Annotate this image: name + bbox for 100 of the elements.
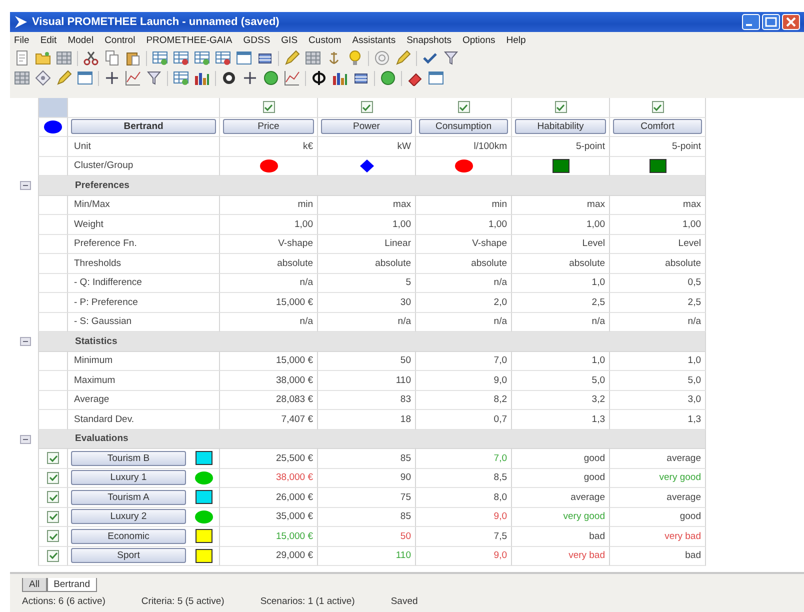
table-cell: 2,5 bbox=[512, 293, 610, 312]
checkbox[interactable] bbox=[47, 491, 59, 504]
chart-icon[interactable] bbox=[125, 70, 141, 86]
plus-icon[interactable] bbox=[104, 70, 120, 86]
bars-icon[interactable] bbox=[194, 70, 210, 86]
bars-icon[interactable] bbox=[332, 70, 348, 86]
close-icon[interactable] bbox=[782, 14, 800, 30]
checkbox[interactable] bbox=[47, 530, 59, 542]
menu-item[interactable]: Options bbox=[462, 34, 496, 46]
action-button[interactable]: Economic bbox=[71, 528, 186, 544]
table-cell bbox=[38, 234, 68, 254]
table-cell bbox=[38, 254, 68, 274]
funnel-icon[interactable] bbox=[443, 50, 459, 66]
pencil-icon[interactable] bbox=[284, 50, 300, 66]
table-cell: 3,2 bbox=[512, 390, 610, 410]
table-cell: 1,0 bbox=[610, 352, 706, 371]
menu-item[interactable]: Assistants bbox=[352, 34, 396, 46]
table-cell: very bad bbox=[512, 546, 610, 566]
checkbox[interactable] bbox=[47, 472, 59, 484]
table-cell: 1,00 bbox=[512, 215, 610, 234]
folder-icon[interactable] bbox=[35, 50, 51, 66]
checkbox[interactable] bbox=[458, 101, 470, 114]
grid-icon[interactable] bbox=[56, 50, 72, 66]
collapse-icon[interactable] bbox=[20, 434, 31, 444]
checkbox[interactable] bbox=[554, 101, 566, 114]
maximize-icon[interactable] bbox=[762, 14, 780, 30]
table-cell: 75 bbox=[318, 488, 416, 508]
menu-item[interactable]: Control bbox=[104, 34, 136, 46]
target-icon[interactable] bbox=[374, 50, 390, 66]
action-button[interactable]: Tourism A bbox=[71, 490, 186, 505]
table-cell: 28,083 € bbox=[220, 390, 318, 410]
action-button[interactable]: Tourism B bbox=[71, 450, 186, 466]
window-icon[interactable] bbox=[428, 70, 444, 86]
copy-icon[interactable] bbox=[104, 50, 120, 66]
menu-item[interactable]: GDSS bbox=[243, 34, 270, 46]
collapse-icon[interactable] bbox=[20, 181, 31, 190]
table-cell: 1,00 bbox=[610, 215, 706, 234]
pencil-icon[interactable] bbox=[56, 70, 72, 86]
menu-item[interactable]: Custom bbox=[308, 34, 342, 46]
table-cell: 1,00 bbox=[318, 215, 416, 234]
minimize-icon[interactable] bbox=[742, 14, 760, 30]
paste-icon[interactable] bbox=[125, 50, 141, 66]
table-cell: 1,00 bbox=[416, 215, 512, 234]
scissors-icon[interactable] bbox=[83, 50, 99, 66]
criterion-button[interactable]: Comfort bbox=[613, 119, 702, 134]
action-button[interactable]: Luxury 2 bbox=[71, 509, 186, 524]
checkbox[interactable] bbox=[47, 452, 59, 464]
table-icon[interactable] bbox=[152, 50, 168, 66]
check-icon[interactable] bbox=[422, 50, 438, 66]
table-cell: 26,000 € bbox=[220, 488, 318, 508]
tablered-icon[interactable] bbox=[215, 50, 231, 66]
action-button[interactable]: Sport bbox=[71, 548, 186, 564]
window-icon[interactable] bbox=[77, 70, 93, 86]
checkbox[interactable] bbox=[47, 510, 59, 523]
menu-item[interactable]: Snapshots bbox=[406, 34, 452, 46]
plus-icon[interactable] bbox=[242, 70, 258, 86]
menu-item[interactable]: Model bbox=[68, 34, 94, 46]
row-label: - P: Preference bbox=[68, 293, 220, 312]
criterion-button[interactable]: Consumption bbox=[419, 119, 508, 134]
window-icon[interactable] bbox=[236, 50, 252, 66]
menu-item[interactable]: PROMETHEE-GAIA bbox=[146, 34, 232, 46]
ball-icon[interactable] bbox=[263, 70, 279, 86]
menu-item[interactable]: File bbox=[14, 34, 30, 46]
pencil-icon[interactable] bbox=[395, 50, 411, 66]
table-cell: kW bbox=[318, 137, 416, 156]
table-cell: 5 bbox=[318, 274, 416, 293]
menu-item[interactable]: Edit bbox=[40, 34, 57, 46]
collapse-icon[interactable] bbox=[20, 337, 31, 346]
table-cell: 9,0 bbox=[416, 546, 512, 566]
section-title: Statistics bbox=[75, 336, 118, 347]
table-icon[interactable] bbox=[173, 70, 189, 86]
table-cell: 15,000 € bbox=[220, 527, 318, 546]
criterion-button[interactable]: Power bbox=[321, 119, 412, 134]
menu-item[interactable]: Help bbox=[506, 34, 526, 46]
diamond-icon[interactable] bbox=[35, 70, 51, 86]
scenario-button[interactable]: Bertrand bbox=[71, 119, 216, 134]
funnel-icon[interactable] bbox=[146, 70, 162, 86]
action-button[interactable]: Luxury 1 bbox=[71, 470, 186, 486]
table-cell: 7,0 bbox=[416, 352, 512, 371]
criterion-button[interactable]: Price bbox=[223, 119, 314, 134]
document-icon[interactable] bbox=[14, 50, 30, 66]
sheet-tab[interactable]: All bbox=[22, 578, 47, 592]
tablered-icon[interactable] bbox=[173, 50, 189, 66]
status-text: Scenarios: 1 (1 active) bbox=[260, 596, 355, 608]
checkbox[interactable] bbox=[47, 550, 59, 562]
coin-icon[interactable] bbox=[221, 70, 237, 86]
sheet-tab[interactable]: Bertrand bbox=[46, 578, 97, 592]
table-icon[interactable] bbox=[194, 50, 210, 66]
ring-icon[interactable] bbox=[311, 70, 327, 86]
checkbox[interactable] bbox=[652, 101, 664, 114]
status-text: Criteria: 5 (5 active) bbox=[141, 596, 224, 608]
criterion-button[interactable]: Habitability bbox=[515, 119, 606, 134]
menu-item[interactable]: GIS bbox=[281, 34, 298, 46]
ball-icon[interactable] bbox=[380, 70, 396, 86]
chart-icon[interactable] bbox=[284, 70, 300, 86]
section-title: Preferences bbox=[75, 180, 130, 191]
checkbox[interactable] bbox=[262, 101, 274, 114]
table-cell: very good bbox=[610, 468, 706, 488]
checkbox[interactable] bbox=[360, 101, 372, 114]
grid-icon[interactable] bbox=[14, 70, 30, 86]
